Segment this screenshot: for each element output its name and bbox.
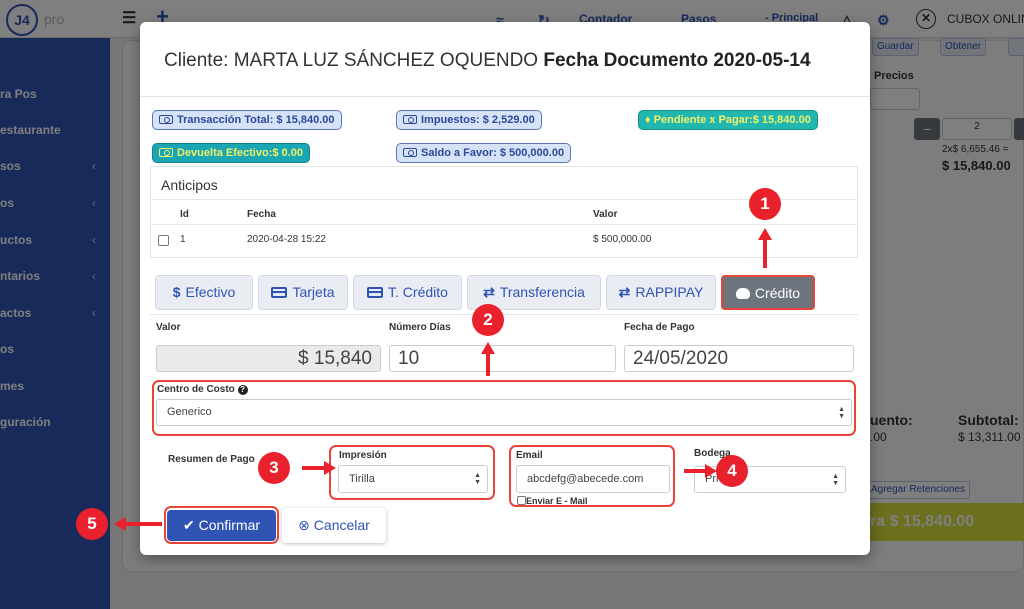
- money-icon: [403, 148, 417, 157]
- client-name: Cliente: MARTA LUZ SÁNCHEZ OQUENDO: [164, 50, 539, 71]
- arrow-head: [114, 517, 126, 531]
- document-date: Fecha Documento 2020-05-14: [543, 50, 811, 71]
- centro-costo-label: Centro de Costo ?: [157, 384, 248, 395]
- pendiente-badge: ♦ Pendiente x Pagar:$ 15,840.00: [638, 110, 818, 130]
- email-label: Email: [516, 450, 543, 461]
- centro-costo-select[interactable]: Generico ▲ ▼: [156, 399, 852, 426]
- money-icon: [403, 115, 417, 124]
- cancelar-button[interactable]: ⊗ Cancelar: [282, 508, 386, 543]
- col-fecha: Fecha: [247, 209, 276, 220]
- col-id: Id: [180, 209, 189, 220]
- payment-modal: Cliente: MARTA LUZ SÁNCHEZ OQUENDO Fecha…: [140, 22, 870, 555]
- gem-icon: ♦: [645, 114, 651, 126]
- tab-credito[interactable]: Crédito: [721, 275, 815, 310]
- col-valor: Valor: [593, 209, 618, 220]
- anticipo-checkbox[interactable]: [158, 235, 169, 246]
- modal-title: Cliente: MARTA LUZ SÁNCHEZ OQUENDO Fecha…: [164, 50, 811, 72]
- arrow-head: [481, 342, 495, 354]
- enviar-email-label: Enviar E - Mail: [526, 496, 588, 506]
- step-5-marker: 5: [76, 508, 108, 540]
- enviar-email-checkbox[interactable]: [517, 496, 526, 505]
- anticipo-valor: $ 500,000.00: [593, 234, 652, 245]
- arrow-head: [758, 228, 772, 240]
- impresion-label: Impresión: [339, 450, 387, 461]
- divider: [140, 96, 870, 97]
- step-2-marker: 2: [472, 304, 504, 336]
- valor-input: $ 15,840: [156, 345, 381, 372]
- cancel-icon: ⊗: [298, 517, 310, 533]
- step-4-marker: 4: [716, 455, 748, 487]
- arrow-right: [302, 466, 326, 470]
- arrow-up: [763, 238, 767, 268]
- select-arrows-icon: ▲ ▼: [838, 405, 845, 420]
- credit-card-icon: [367, 287, 384, 298]
- fecha-pago-input[interactable]: 24/05/2020: [624, 345, 854, 372]
- anticipos-title: Anticipos: [161, 177, 218, 193]
- devuelta-badge: Devuelta Efectivo:$ 0.00: [152, 143, 310, 163]
- divider: [150, 314, 858, 315]
- transaccion-total-badge: Transacción Total: $ 15,840.00: [152, 110, 342, 130]
- credit-card-icon: [271, 287, 288, 298]
- valor-label: Valor: [156, 322, 181, 333]
- money-icon: [159, 148, 173, 157]
- tab-t-credito[interactable]: T. Crédito: [353, 275, 462, 310]
- arrow-head: [705, 464, 717, 478]
- arrow-left: [684, 469, 706, 473]
- help-icon[interactable]: ?: [237, 385, 248, 395]
- resumen-pago-label: Resumen de Pago: [168, 454, 255, 465]
- step-3-marker: 3: [258, 452, 290, 484]
- dias-input[interactable]: 10: [389, 345, 616, 372]
- select-arrows-icon: ▲ ▼: [474, 472, 481, 486]
- arrow-left: [126, 522, 162, 526]
- money-icon: [159, 115, 173, 124]
- dias-label: Número Días: [389, 322, 451, 333]
- fecha-pago-label: Fecha de Pago: [624, 322, 695, 333]
- select-arrows-icon: ▲ ▼: [832, 472, 839, 487]
- arrow-up: [486, 352, 490, 376]
- saldo-favor-badge: Saldo a Favor: $ 500,000.00: [396, 143, 572, 163]
- tab-efectivo[interactable]: $ Efectivo: [155, 275, 253, 310]
- dollar-icon: $: [172, 284, 181, 300]
- impresion-select[interactable]: Tirilla ▲ ▼: [338, 465, 488, 493]
- check-icon: ✔: [182, 517, 195, 533]
- confirmar-button[interactable]: ✔ Confirmar: [167, 510, 276, 541]
- anticipo-fecha: 2020-04-28 15:22: [247, 234, 326, 245]
- tab-tarjeta[interactable]: Tarjeta: [258, 275, 348, 310]
- piggy-bank-icon: [735, 288, 750, 299]
- exchange-icon: ⇄: [618, 284, 631, 300]
- impuestos-badge: Impuestos: $ 2,529.00: [396, 110, 542, 130]
- email-input[interactable]: abcdefg@abecede.com: [516, 465, 670, 493]
- step-1-marker: 1: [749, 188, 781, 220]
- tab-rappipay[interactable]: ⇄ RAPPIPAY: [606, 275, 716, 310]
- arrow-head: [324, 461, 336, 475]
- anticipo-id: 1: [180, 234, 186, 245]
